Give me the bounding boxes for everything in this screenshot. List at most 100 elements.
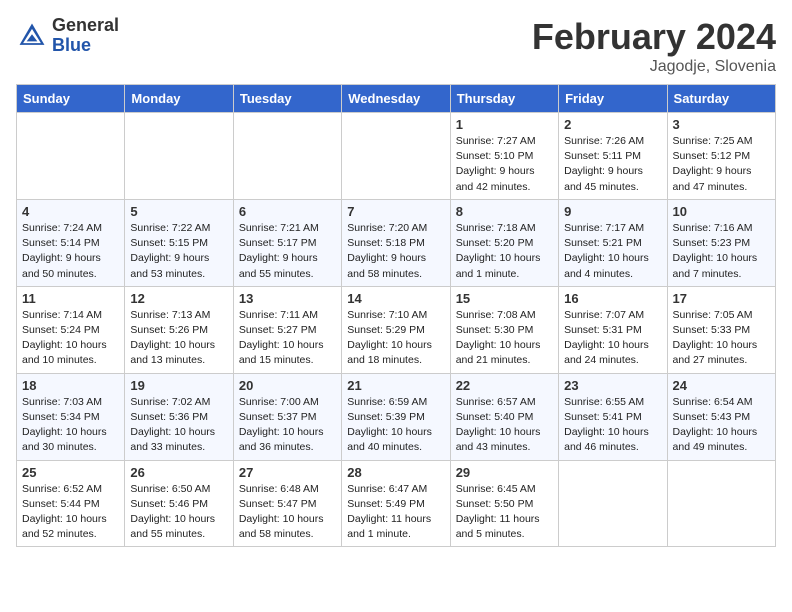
logo-blue-text: Blue <box>52 36 119 56</box>
calendar-cell <box>233 113 341 200</box>
calendar-table: SundayMondayTuesdayWednesdayThursdayFrid… <box>16 84 776 547</box>
day-info: Sunrise: 6:59 AM Sunset: 5:39 PM Dayligh… <box>347 395 444 456</box>
weekday-header-row: SundayMondayTuesdayWednesdayThursdayFrid… <box>17 85 776 113</box>
calendar-cell: 13 Sunrise: 7:11 AM Sunset: 5:27 PM Dayli… <box>233 286 341 373</box>
calendar-cell: 5 Sunrise: 7:22 AM Sunset: 5:15 PM Daylig… <box>125 199 233 286</box>
day-number: 1 <box>456 117 553 132</box>
day-info: Sunrise: 7:03 AM Sunset: 5:34 PM Dayligh… <box>22 395 119 456</box>
weekday-header-wednesday: Wednesday <box>342 85 450 113</box>
day-info: Sunrise: 6:50 AM Sunset: 5:46 PM Dayligh… <box>130 482 227 543</box>
calendar-cell: 9 Sunrise: 7:17 AM Sunset: 5:21 PM Daylig… <box>559 199 667 286</box>
calendar-cell: 3 Sunrise: 7:25 AM Sunset: 5:12 PM Daylig… <box>667 113 775 200</box>
day-number: 15 <box>456 291 553 306</box>
day-info: Sunrise: 7:18 AM Sunset: 5:20 PM Dayligh… <box>456 221 553 282</box>
calendar-week-3: 11Sunrise: 7:14 AM Sunset: 5:24 PM Dayli… <box>17 286 776 373</box>
day-number: 14 <box>347 291 444 306</box>
calendar-cell: 6 Sunrise: 7:21 AM Sunset: 5:17 PM Daylig… <box>233 199 341 286</box>
day-number: 29 <box>456 465 553 480</box>
weekday-header-saturday: Saturday <box>667 85 775 113</box>
calendar-cell: 14 Sunrise: 7:10 AM Sunset: 5:29 PM Dayli… <box>342 286 450 373</box>
day-number: 12 <box>130 291 227 306</box>
day-number: 22 <box>456 378 553 393</box>
day-info: Sunrise: 7:11 AM Sunset: 5:27 PM Dayligh… <box>239 308 336 369</box>
calendar-cell: 2 Sunrise: 7:26 AM Sunset: 5:11 PM Daylig… <box>559 113 667 200</box>
day-number: 23 <box>564 378 661 393</box>
day-info: Sunrise: 6:52 AM Sunset: 5:44 PM Dayligh… <box>22 482 119 543</box>
weekday-header-thursday: Thursday <box>450 85 558 113</box>
day-number: 21 <box>347 378 444 393</box>
day-info: Sunrise: 7:02 AM Sunset: 5:36 PM Dayligh… <box>130 395 227 456</box>
day-info: Sunrise: 7:25 AM Sunset: 5:12 PM Dayligh… <box>673 134 770 195</box>
weekday-header-sunday: Sunday <box>17 85 125 113</box>
day-number: 25 <box>22 465 119 480</box>
calendar-cell: 18 Sunrise: 7:03 AM Sunset: 5:34 PM Dayli… <box>17 373 125 460</box>
calendar-week-4: 18 Sunrise: 7:03 AM Sunset: 5:34 PM Dayli… <box>17 373 776 460</box>
calendar-cell: 8Sunrise: 7:18 AM Sunset: 5:20 PM Daylig… <box>450 199 558 286</box>
logo-icon <box>16 20 48 52</box>
day-info: Sunrise: 7:10 AM Sunset: 5:29 PM Dayligh… <box>347 308 444 369</box>
logo-text: General Blue <box>52 16 119 56</box>
day-number: 3 <box>673 117 770 132</box>
calendar-cell: 7 Sunrise: 7:20 AM Sunset: 5:18 PM Daylig… <box>342 199 450 286</box>
location-subtitle: Jagodje, Slovenia <box>532 58 776 76</box>
day-number: 20 <box>239 378 336 393</box>
day-info: Sunrise: 7:13 AM Sunset: 5:26 PM Dayligh… <box>130 308 227 369</box>
day-info: Sunrise: 6:45 AM Sunset: 5:50 PM Dayligh… <box>456 482 553 543</box>
weekday-header-monday: Monday <box>125 85 233 113</box>
day-info: Sunrise: 7:27 AM Sunset: 5:10 PM Dayligh… <box>456 134 553 195</box>
day-number: 13 <box>239 291 336 306</box>
calendar-cell: 29 Sunrise: 6:45 AM Sunset: 5:50 PM Dayli… <box>450 460 558 547</box>
day-info: Sunrise: 7:17 AM Sunset: 5:21 PM Dayligh… <box>564 221 661 282</box>
page-header: General Blue February 2024 Jagodje, Slov… <box>16 16 776 76</box>
day-info: Sunrise: 7:21 AM Sunset: 5:17 PM Dayligh… <box>239 221 336 282</box>
day-number: 10 <box>673 204 770 219</box>
calendar-week-1: 1 Sunrise: 7:27 AM Sunset: 5:10 PM Daylig… <box>17 113 776 200</box>
day-info: Sunrise: 7:20 AM Sunset: 5:18 PM Dayligh… <box>347 221 444 282</box>
day-info: Sunrise: 7:22 AM Sunset: 5:15 PM Dayligh… <box>130 221 227 282</box>
title-block: February 2024 Jagodje, Slovenia <box>532 16 776 76</box>
calendar-week-2: 4 Sunrise: 7:24 AM Sunset: 5:14 PM Daylig… <box>17 199 776 286</box>
calendar-cell: 22 Sunrise: 6:57 AM Sunset: 5:40 PM Dayli… <box>450 373 558 460</box>
calendar-week-5: 25 Sunrise: 6:52 AM Sunset: 5:44 PM Dayli… <box>17 460 776 547</box>
day-info: Sunrise: 7:07 AM Sunset: 5:31 PM Dayligh… <box>564 308 661 369</box>
logo-general-text: General <box>52 16 119 36</box>
day-number: 2 <box>564 117 661 132</box>
day-info: Sunrise: 7:14 AM Sunset: 5:24 PM Dayligh… <box>22 308 119 369</box>
logo: General Blue <box>16 16 119 56</box>
weekday-header-friday: Friday <box>559 85 667 113</box>
day-number: 17 <box>673 291 770 306</box>
day-number: 26 <box>130 465 227 480</box>
day-info: Sunrise: 7:26 AM Sunset: 5:11 PM Dayligh… <box>564 134 661 195</box>
day-info: Sunrise: 7:24 AM Sunset: 5:14 PM Dayligh… <box>22 221 119 282</box>
day-number: 7 <box>347 204 444 219</box>
day-info: Sunrise: 7:00 AM Sunset: 5:37 PM Dayligh… <box>239 395 336 456</box>
day-number: 16 <box>564 291 661 306</box>
calendar-cell <box>17 113 125 200</box>
calendar-cell: 26 Sunrise: 6:50 AM Sunset: 5:46 PM Dayli… <box>125 460 233 547</box>
calendar-cell: 25 Sunrise: 6:52 AM Sunset: 5:44 PM Dayli… <box>17 460 125 547</box>
day-info: Sunrise: 6:57 AM Sunset: 5:40 PM Dayligh… <box>456 395 553 456</box>
day-number: 18 <box>22 378 119 393</box>
day-info: Sunrise: 7:05 AM Sunset: 5:33 PM Dayligh… <box>673 308 770 369</box>
day-info: Sunrise: 6:55 AM Sunset: 5:41 PM Dayligh… <box>564 395 661 456</box>
day-number: 19 <box>130 378 227 393</box>
calendar-cell: 1 Sunrise: 7:27 AM Sunset: 5:10 PM Daylig… <box>450 113 558 200</box>
calendar-cell <box>342 113 450 200</box>
calendar-cell: 20 Sunrise: 7:00 AM Sunset: 5:37 PM Dayli… <box>233 373 341 460</box>
calendar-cell: 21 Sunrise: 6:59 AM Sunset: 5:39 PM Dayli… <box>342 373 450 460</box>
day-info: Sunrise: 6:54 AM Sunset: 5:43 PM Dayligh… <box>673 395 770 456</box>
calendar-cell <box>559 460 667 547</box>
day-number: 9 <box>564 204 661 219</box>
day-info: Sunrise: 7:08 AM Sunset: 5:30 PM Dayligh… <box>456 308 553 369</box>
day-number: 4 <box>22 204 119 219</box>
calendar-cell <box>125 113 233 200</box>
day-number: 5 <box>130 204 227 219</box>
calendar-cell: 12 Sunrise: 7:13 AM Sunset: 5:26 PM Dayli… <box>125 286 233 373</box>
month-year-title: February 2024 <box>532 16 776 58</box>
calendar-cell: 27Sunrise: 6:48 AM Sunset: 5:47 PM Dayli… <box>233 460 341 547</box>
calendar-cell: 16 Sunrise: 7:07 AM Sunset: 5:31 PM Dayli… <box>559 286 667 373</box>
weekday-header-tuesday: Tuesday <box>233 85 341 113</box>
calendar-cell: 24Sunrise: 6:54 AM Sunset: 5:43 PM Dayli… <box>667 373 775 460</box>
day-number: 6 <box>239 204 336 219</box>
calendar-cell: 28Sunrise: 6:47 AM Sunset: 5:49 PM Dayli… <box>342 460 450 547</box>
